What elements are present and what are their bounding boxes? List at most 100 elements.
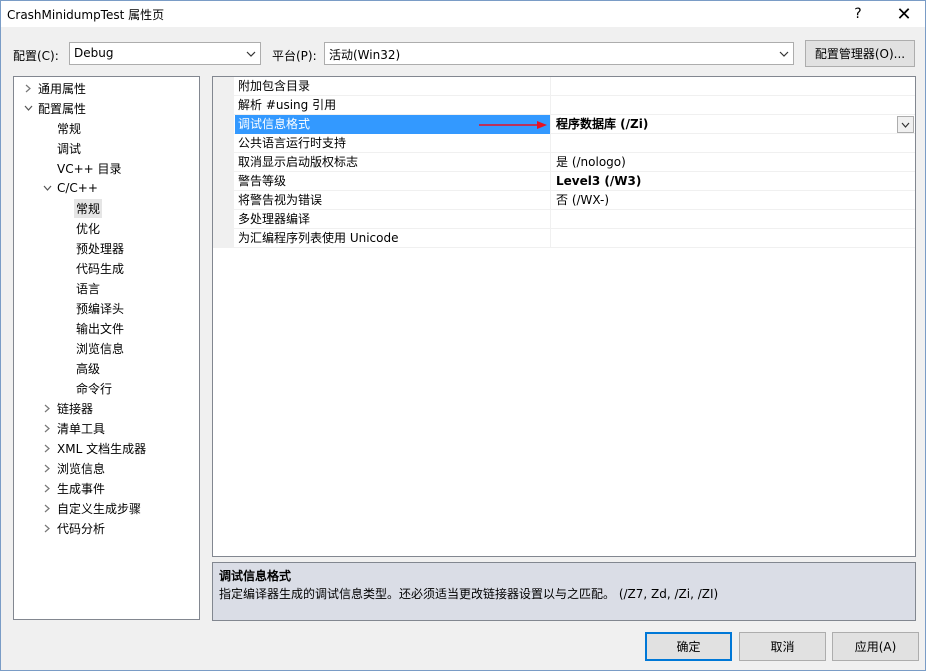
tree-item[interactable]: 配置属性 [14,98,199,118]
chevron-right-icon[interactable] [41,402,53,414]
property-value[interactable] [552,229,915,248]
chevron-right-icon[interactable] [41,482,53,494]
property-name[interactable]: 多处理器编译 [235,210,551,229]
close-button[interactable]: ✕ [887,1,921,27]
property-pages-window: CrashMinidumpTest 属性页 ? ✕ 配置(C): Debug 平… [0,0,926,671]
tree-item[interactable]: 调试 [14,138,199,158]
description-text: 指定编译器生成的调试信息类型。还必须适当更改链接器设置以与之匹配。 (/Z7, … [219,587,719,601]
help-button[interactable]: ? [841,1,875,27]
tree-item-label: 自定义生成步骤 [57,501,142,516]
property-tree: 通用属性 配置属性 常规 调试 VC++ 目录 C/C++ 常规 优化 预处理器 代码生成 语言 预编… [13,76,200,620]
window-title: CrashMinidumpTest 属性页 [7,8,165,22]
tree-item-label: 配置属性 [38,101,87,116]
platform-dropdown[interactable]: 活动(Win32) [324,42,794,65]
property-grid: 附加包含目录 解析 #using 引用 调试信息格式 程序数据库 (/Zi) 公共语言运… [212,76,916,557]
tree-item[interactable]: 语言 [14,278,199,298]
tree-item[interactable]: 生成事件 [14,478,199,498]
row-gutter [213,134,234,153]
tree-item[interactable]: C/C++ [14,178,199,198]
property-name[interactable]: 为汇编程序列表使用 Unicode [235,229,551,248]
config-label: 配置(C): [13,49,59,63]
tree-item-label: 链接器 [57,401,94,416]
tree-item[interactable]: 代码分析 [14,518,199,538]
chevron-down-icon[interactable] [22,102,34,114]
ok-button[interactable]: 确定 [645,632,732,661]
property-name[interactable]: 警告等级 [235,172,551,191]
platform-value: 活动(Win32) [329,48,401,62]
annotation-arrow-icon [479,121,547,129]
property-value[interactable]: Level3 (/W3) [552,172,915,191]
value-dropdown-button[interactable] [897,116,914,133]
property-value[interactable] [552,134,915,153]
row-gutter [213,229,234,248]
tree-item[interactable]: 高级 [14,358,199,378]
row-gutter [213,115,234,134]
tree-item[interactable]: 清单工具 [14,418,199,438]
tree-item-label: VC++ 目录 [57,161,122,176]
property-name[interactable]: 公共语言运行时支持 [235,134,551,153]
property-name[interactable]: 解析 #using 引用 [235,96,551,115]
tree-item[interactable]: 预处理器 [14,238,199,258]
chevron-down-icon[interactable] [41,182,53,194]
property-value[interactable]: 程序数据库 (/Zi) [552,115,915,134]
tree-item-label: 命令行 [76,381,113,396]
property-row[interactable]: 将警告视为错误否 (/WX-) [213,191,915,210]
property-value[interactable]: 是 (/nologo) [552,153,915,172]
tree-item[interactable]: 预编译头 [14,298,199,318]
tree-item[interactable]: 优化 [14,218,199,238]
config-dropdown[interactable]: Debug [69,42,261,65]
tree-item[interactable]: 常规 [14,198,199,218]
chevron-right-icon[interactable] [41,442,53,454]
property-value[interactable]: 否 (/WX-) [552,191,915,210]
tree-item[interactable]: 代码生成 [14,258,199,278]
tree-item[interactable]: 输出文件 [14,318,199,338]
tree-item-label: C/C++ [57,181,98,195]
tree-item[interactable]: 自定义生成步骤 [14,498,199,518]
property-row[interactable]: 解析 #using 引用 [213,96,915,115]
chevron-down-icon [242,43,260,64]
property-value[interactable] [552,77,915,96]
row-gutter [213,153,234,172]
platform-label: 平台(P): [272,49,317,63]
property-row[interactable]: 警告等级 Level3 (/W3) [213,172,915,191]
tree-item-label: 浏览信息 [76,341,125,356]
property-name[interactable]: 将警告视为错误 [235,191,551,210]
tree-item-label: 高级 [76,361,101,376]
chevron-right-icon[interactable] [41,522,53,534]
tree-item[interactable]: XML 文档生成器 [14,438,199,458]
chevron-right-icon[interactable] [41,462,53,474]
tree-item[interactable]: 浏览信息 [14,458,199,478]
chevron-down-icon [775,43,793,64]
property-row[interactable]: 取消显示启动版权标志是 (/nologo) [213,153,915,172]
tree-item-label: 常规 [57,121,82,136]
property-row[interactable]: 公共语言运行时支持 [213,134,915,153]
apply-button[interactable]: 应用(A) [832,632,919,661]
property-name[interactable]: 取消显示启动版权标志 [235,153,551,172]
tree-item[interactable]: 通用属性 [14,78,199,98]
tree-item[interactable]: 链接器 [14,398,199,418]
property-row[interactable]: 附加包含目录 [213,77,915,96]
tree-item[interactable]: 命令行 [14,378,199,398]
tree-item-label: 输出文件 [76,321,125,336]
row-gutter [213,77,234,96]
chevron-right-icon[interactable] [41,502,53,514]
title-bar: CrashMinidumpTest 属性页 ? ✕ [1,1,925,27]
row-gutter [213,172,234,191]
property-row[interactable]: 为汇编程序列表使用 Unicode [213,229,915,248]
tree-item-label: 生成事件 [57,481,106,496]
tree-item[interactable]: 浏览信息 [14,338,199,358]
chevron-right-icon[interactable] [41,422,53,434]
property-value[interactable] [552,96,915,115]
tree-item[interactable]: VC++ 目录 [14,158,199,178]
tree-item-label: 预编译头 [76,301,125,316]
chevron-right-icon[interactable] [22,82,34,94]
tree-item[interactable]: 常规 [14,118,199,138]
property-name[interactable]: 附加包含目录 [235,77,551,96]
cancel-button[interactable]: 取消 [739,632,826,661]
description-panel: 调试信息格式 指定编译器生成的调试信息类型。还必须适当更改链接器设置以与之匹配。… [212,562,916,621]
property-row[interactable]: 多处理器编译 [213,210,915,229]
config-manager-button[interactable]: 配置管理器(O)... [805,40,915,67]
property-value[interactable] [552,210,915,229]
tree-item-label: 语言 [76,281,101,296]
property-row[interactable]: 调试信息格式 程序数据库 (/Zi) [213,115,915,134]
